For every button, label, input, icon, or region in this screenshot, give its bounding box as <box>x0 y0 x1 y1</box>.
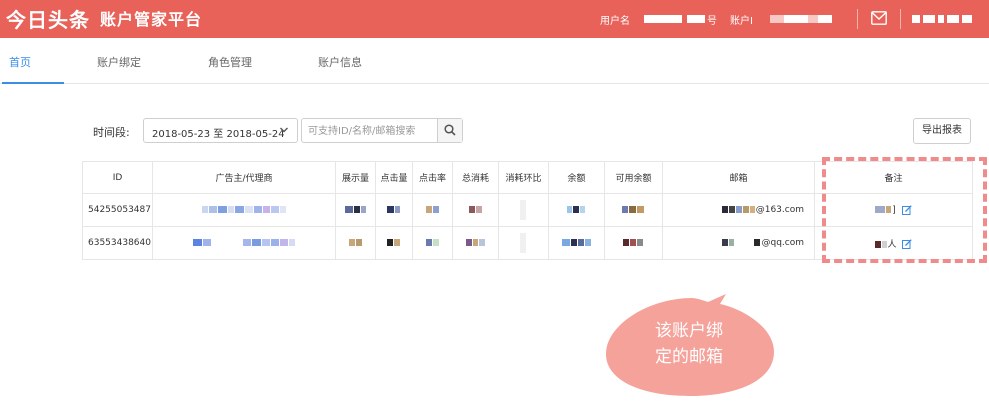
impressions-redacted <box>335 193 376 227</box>
note-cell: ] <box>814 193 973 227</box>
account-id-cell: 54255053487 <box>82 193 153 227</box>
header-divider <box>857 9 858 29</box>
account-id-cell: 63553438640 <box>82 226 153 260</box>
column-header: 总消耗 <box>452 161 499 194</box>
email-domain: @qq.com <box>761 238 804 248</box>
search-button[interactable] <box>437 119 462 142</box>
total-spend-redacted <box>452 193 499 227</box>
brand-logo[interactable]: 今日头条 <box>6 4 90 33</box>
edit-icon[interactable] <box>901 204 912 215</box>
column-header: 广告主/代理商 <box>152 161 336 194</box>
export-report-button[interactable]: 导出报表 <box>913 118 971 144</box>
table-header-row: ID 广告主/代理商 展示量 点击量 点击率 总消耗 消耗环比 余额 可用余额 … <box>82 161 973 194</box>
tab-home[interactable]: 首页 <box>9 54 31 70</box>
top-header-bar: 今日头条 账户管家平台 用户名 号 账户I <box>0 0 989 38</box>
account-label-suffix: 号 <box>707 16 717 27</box>
date-range-select[interactable]: 2018-05-23 至 2018-05-24 <box>143 118 298 143</box>
column-header: 邮箱 <box>662 161 815 194</box>
tab-account-binding[interactable]: 账户绑定 <box>97 54 141 70</box>
active-tab-indicator <box>2 82 64 84</box>
table-row: 63553438640 @qq.com 人 <box>82 226 973 260</box>
clicks-redacted <box>375 226 413 260</box>
email-cell: @163.com <box>662 193 815 227</box>
total-spend-redacted <box>452 226 499 260</box>
callout-text: 该账户绑 定的邮箱 <box>616 318 762 370</box>
column-header: 点击量 <box>375 161 413 194</box>
mail-icon[interactable] <box>871 11 887 25</box>
header-divider <box>900 9 901 29</box>
column-header: 展示量 <box>335 161 376 194</box>
edit-icon[interactable] <box>902 239 913 249</box>
ctr-redacted <box>412 193 453 227</box>
advertiser-name-redacted <box>152 226 336 260</box>
accounts-table: ID 广告主/代理商 展示量 点击量 点击率 总消耗 消耗环比 余额 可用余额 … <box>82 161 973 260</box>
tab-account-info[interactable]: 账户信息 <box>318 54 362 70</box>
search-input[interactable] <box>308 122 438 140</box>
spend-change-redacted <box>498 226 549 260</box>
available-balance-redacted <box>604 226 663 260</box>
username-label: 用户名 <box>600 16 630 27</box>
ctr-redacted <box>412 226 453 260</box>
account-name-redacted <box>687 14 705 25</box>
account-id-label: 账户I <box>730 16 753 27</box>
advertiser-name-redacted <box>152 193 336 227</box>
note-text: ] <box>892 205 896 216</box>
column-header: 余额 <box>548 161 605 194</box>
account-id-value-redacted <box>770 14 832 25</box>
period-label: 时间段: <box>93 126 130 139</box>
callout-line: 定的邮箱 <box>655 347 723 367</box>
column-header: 消耗环比 <box>498 161 549 194</box>
column-header: 点击率 <box>412 161 453 194</box>
table-row: 54255053487 @163.com ] <box>82 193 973 227</box>
platform-title: 账户管家平台 <box>100 10 203 29</box>
main-tab-bar: 首页 账户绑定 角色管理 账户信息 <box>0 38 989 84</box>
clicks-redacted <box>375 193 413 227</box>
email-domain: @163.com <box>755 205 804 215</box>
column-header: ID <box>82 161 153 194</box>
balance-redacted <box>548 226 605 260</box>
column-header: 备注 <box>814 161 973 194</box>
available-balance-redacted <box>604 193 663 227</box>
user-menu-redacted[interactable] <box>912 14 972 25</box>
search-box <box>301 118 463 143</box>
search-icon <box>444 124 456 136</box>
note-cell: 人 <box>814 226 973 260</box>
note-text: 人 <box>887 239 897 250</box>
date-range-value: 2018-05-23 至 2018-05-24 <box>152 129 285 140</box>
username-value-redacted <box>644 14 682 25</box>
tab-role-management[interactable]: 角色管理 <box>208 54 252 70</box>
chevron-down-icon <box>280 127 288 133</box>
callout-line: 该账户绑 <box>655 321 723 341</box>
balance-redacted <box>548 193 605 227</box>
column-header: 可用余额 <box>604 161 663 194</box>
email-cell: @qq.com <box>662 226 815 260</box>
impressions-redacted <box>335 226 376 260</box>
spend-change-redacted <box>498 193 549 227</box>
